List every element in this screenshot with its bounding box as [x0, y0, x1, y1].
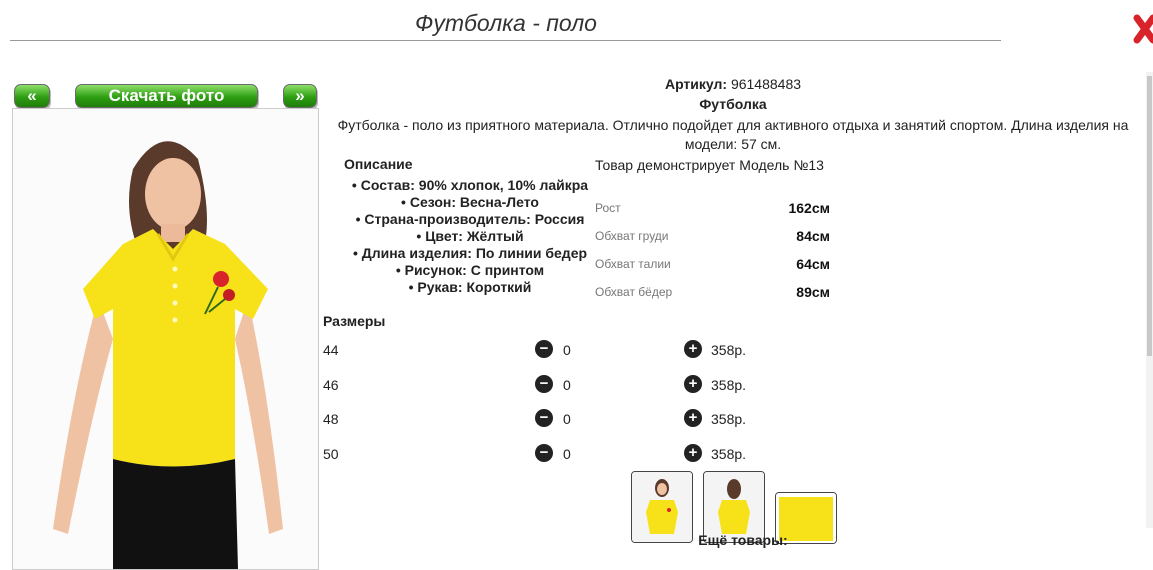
- price-value: 358р.: [711, 446, 747, 462]
- more-products-label: Ещё товары:: [698, 532, 788, 548]
- size-value: 50: [323, 446, 339, 462]
- close-icon[interactable]: [1133, 14, 1153, 44]
- article-line: Артикул: 961488483: [323, 76, 1143, 92]
- price-value: 358р.: [711, 411, 747, 427]
- size-value: 44: [323, 342, 339, 358]
- plus-circle-icon[interactable]: +: [684, 444, 702, 462]
- article-value: 961488483: [730, 76, 802, 92]
- scrollbar-thumb[interactable]: [1147, 76, 1152, 356]
- details-title: Описание: [344, 156, 413, 172]
- next-photo-button[interactable]: »: [283, 84, 317, 108]
- plus-circle-icon[interactable]: +: [684, 375, 702, 393]
- details-item: • Длина изделия: По линии бедер: [352, 245, 588, 261]
- plus-circle-icon[interactable]: +: [684, 409, 702, 427]
- product-description: Футболка - поло из приятного материала. …: [337, 117, 1129, 152]
- price-value: 358р.: [711, 342, 747, 358]
- measure-value: 89см: [796, 284, 830, 300]
- download-photo-button[interactable]: Скачать фото: [75, 84, 258, 108]
- quantity-value: 0: [563, 411, 571, 427]
- prev-photo-button[interactable]: «: [14, 84, 50, 108]
- size-row: 46 − 0 + 358р.: [323, 375, 823, 395]
- minus-circle-icon[interactable]: −: [535, 375, 553, 393]
- scrollbar[interactable]: [1146, 72, 1153, 528]
- sizes-title: Размеры: [323, 313, 386, 329]
- measure-value: 64см: [796, 256, 830, 272]
- product-photo: [12, 108, 319, 570]
- size-row: 44 − 0 + 358р.: [323, 340, 823, 360]
- quantity-value: 0: [563, 377, 571, 393]
- measure-value: 162см: [788, 200, 830, 216]
- details-item: • Рисунок: С принтом: [395, 262, 545, 278]
- minus-circle-icon[interactable]: −: [535, 409, 553, 427]
- minus-circle-icon[interactable]: −: [535, 340, 553, 358]
- article-label: Артикул:: [664, 76, 728, 92]
- page-title: Футболка - поло: [415, 10, 597, 36]
- quantity-value: 0: [563, 446, 571, 462]
- details-list: • Состав: 90% хлопок, 10% лайкра • Сезон…: [345, 177, 595, 296]
- title-divider: [10, 40, 1001, 41]
- details-item: • Состав: 90% хлопок, 10% лайкра: [351, 177, 589, 193]
- details-item: • Рукав: Короткий: [408, 279, 532, 295]
- details-item: • Страна-производитель: Россия: [355, 211, 585, 227]
- measure-value: 84см: [796, 228, 830, 244]
- size-row: 48 − 0 + 358р.: [323, 409, 823, 429]
- price-value: 358р.: [711, 377, 747, 393]
- plus-circle-icon[interactable]: +: [684, 340, 702, 358]
- details-item: • Цвет: Жёлтый: [416, 228, 524, 244]
- model-heading: Товар демонстрирует Модель №13: [595, 157, 824, 173]
- details-item: • Сезон: Весна-Лето: [401, 194, 539, 210]
- product-name: Футболка: [699, 96, 767, 112]
- quantity-value: 0: [563, 342, 571, 358]
- size-row: 50 − 0 + 358р.: [323, 444, 823, 464]
- minus-circle-icon[interactable]: −: [535, 444, 553, 462]
- size-value: 46: [323, 377, 339, 393]
- size-value: 48: [323, 411, 339, 427]
